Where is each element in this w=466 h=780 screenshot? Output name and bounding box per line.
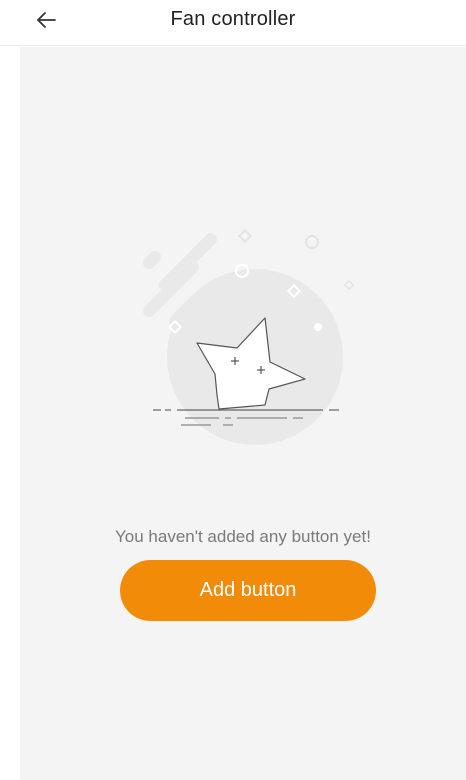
empty-star-illustration (143, 228, 355, 445)
screen: Fan controller You haven't added any but… (0, 0, 466, 780)
page-title: Fan controller (170, 8, 296, 30)
empty-state-message: You haven't added any button yet! (115, 527, 371, 546)
top-bar: Fan controller (0, 0, 466, 46)
add-button[interactable]: Add button (120, 560, 376, 621)
empty-state-panel: You haven't added any button yet! Add bu… (20, 47, 466, 780)
